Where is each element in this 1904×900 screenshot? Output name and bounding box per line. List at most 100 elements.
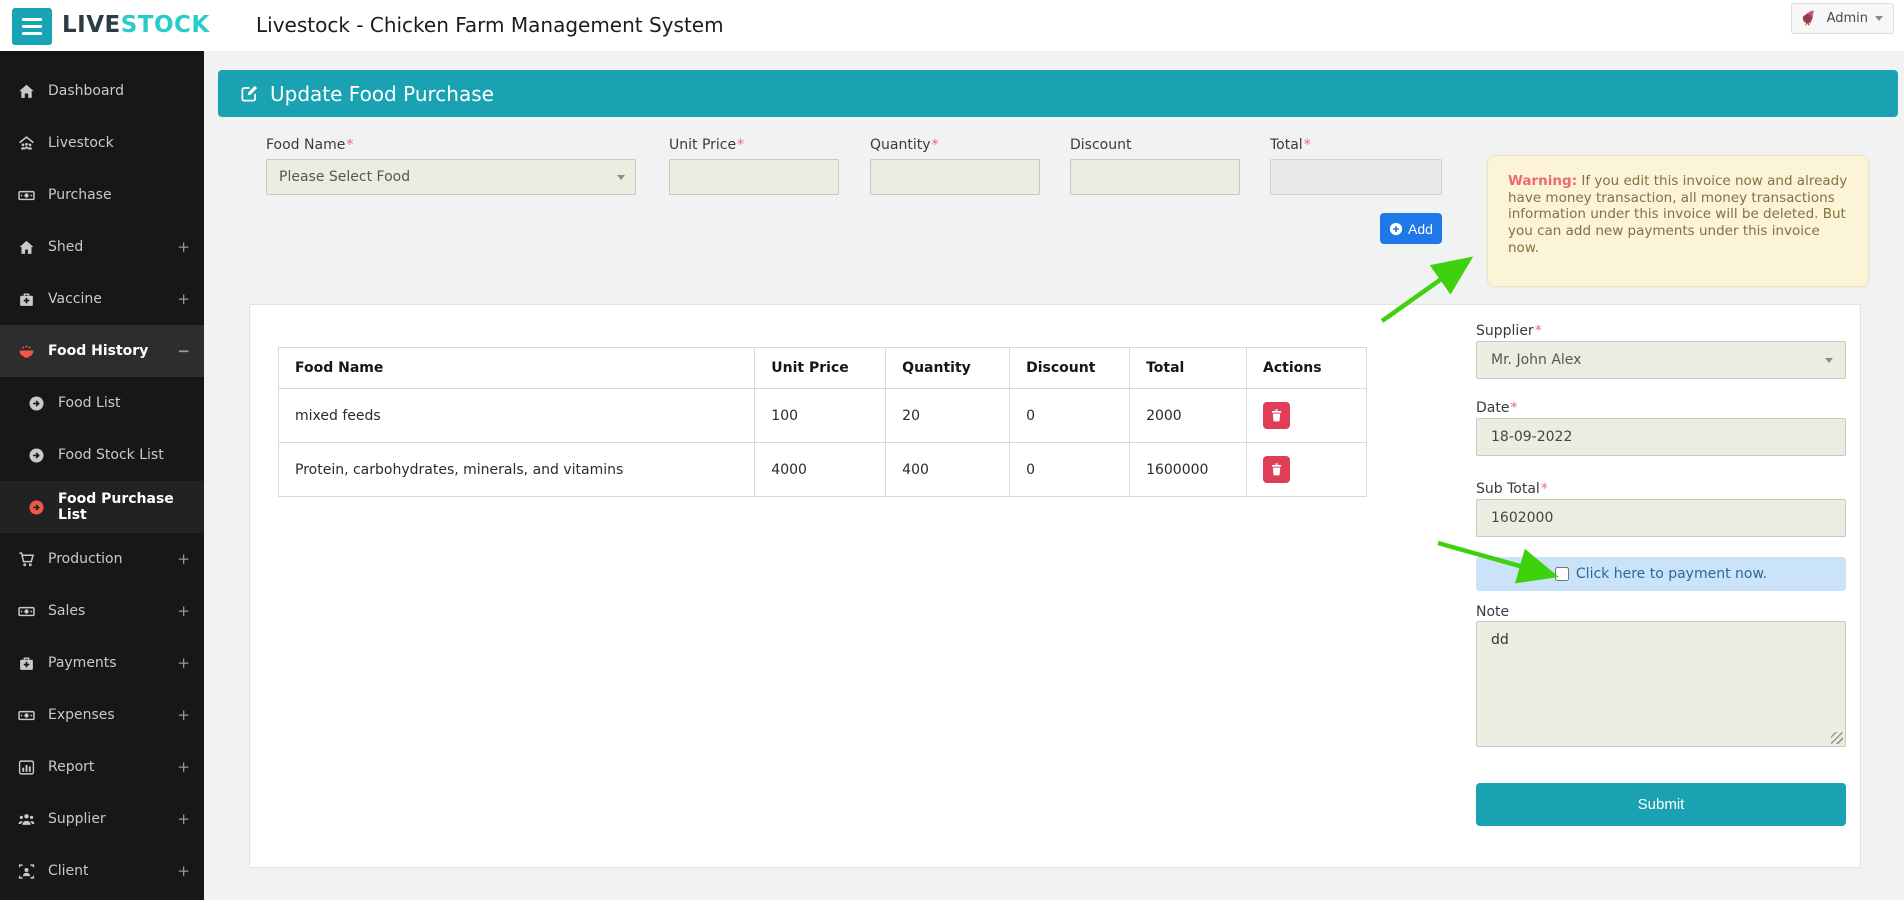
- client-icon: [18, 863, 35, 880]
- banknote-icon: [18, 603, 35, 620]
- expand-plus-icon[interactable]: +: [177, 654, 190, 672]
- supplier-select[interactable]: Mr. John Alex: [1476, 341, 1846, 379]
- sidebar-item-payments[interactable]: Payments +: [0, 637, 204, 689]
- sidebar-item-food-list[interactable]: Food List: [0, 377, 204, 429]
- submit-button[interactable]: Submit: [1476, 783, 1846, 826]
- sidebar-item-vaccine[interactable]: Vaccine +: [0, 273, 204, 325]
- required-asterisk: *: [346, 137, 353, 153]
- table-row: mixed feeds 100 20 0 2000: [279, 389, 1367, 443]
- sidebar-nav: Dashboard Livestock Purchase Shed + Vacc…: [0, 51, 204, 900]
- warning-alert: Warning: If you edit this invoice now an…: [1487, 155, 1869, 287]
- medkit-icon: [18, 291, 35, 308]
- sidebar-item-client[interactable]: Client +: [0, 845, 204, 897]
- sidebar-item-label: Food Stock List: [58, 447, 164, 463]
- livestock-icon: [18, 135, 35, 152]
- required-asterisk: *: [737, 137, 744, 153]
- unit-price-label: Unit Price*: [669, 137, 744, 155]
- total-input[interactable]: [1270, 159, 1442, 195]
- sidebar-item-production[interactable]: Production +: [0, 533, 204, 585]
- sidebar-item-label: Purchase: [48, 187, 112, 203]
- purchase-items-table: Food Name Unit Price Quantity Discount T…: [278, 347, 1367, 497]
- expand-plus-icon[interactable]: +: [177, 550, 190, 568]
- medkit-icon: [18, 655, 35, 672]
- sidebar-item-expenses[interactable]: Expenses +: [0, 689, 204, 741]
- discount-label: Discount: [1070, 137, 1131, 155]
- col-header-food-name: Food Name: [279, 348, 755, 389]
- add-button[interactable]: Add: [1380, 213, 1442, 244]
- delete-row-button[interactable]: [1263, 402, 1290, 429]
- date-label: Date*: [1476, 400, 1517, 416]
- sidebar-item-report[interactable]: Report +: [0, 741, 204, 793]
- arrow-circle-icon: [28, 395, 45, 412]
- sidebar-item-food-history[interactable]: Food History −: [0, 325, 204, 377]
- bar-chart-icon: [18, 759, 35, 776]
- sidebar-item-sales[interactable]: Sales +: [0, 585, 204, 637]
- cell-quantity: 20: [886, 389, 1010, 443]
- chevron-down-icon: [1825, 358, 1833, 363]
- purchase-panel: Food Name Unit Price Quantity Discount T…: [249, 304, 1861, 868]
- logo-text-stock: STOCK: [121, 12, 210, 38]
- hamburger-menu-button[interactable]: [12, 8, 52, 45]
- table-header-row: Food Name Unit Price Quantity Discount T…: [279, 348, 1367, 389]
- sidebar-item-supplier[interactable]: Supplier +: [0, 793, 204, 845]
- required-asterisk: *: [1304, 137, 1311, 153]
- app-title: Livestock - Chicken Farm Management Syst…: [256, 0, 724, 51]
- shed-icon: [18, 239, 35, 256]
- expand-plus-icon[interactable]: +: [177, 602, 190, 620]
- expand-plus-icon[interactable]: +: [177, 758, 190, 776]
- cell-discount: 0: [1010, 389, 1130, 443]
- expand-plus-icon[interactable]: +: [177, 238, 190, 256]
- expand-plus-icon[interactable]: +: [177, 290, 190, 308]
- arrow-circle-icon: [28, 499, 45, 516]
- food-name-selected-value: Please Select Food: [279, 169, 410, 185]
- sidebar-item-label: Dashboard: [48, 83, 124, 99]
- col-header-actions: Actions: [1247, 348, 1367, 389]
- sidebar-item-label: Food History: [48, 343, 148, 359]
- sidebar-item-shed[interactable]: Shed +: [0, 221, 204, 273]
- rooster-icon: [1800, 9, 1820, 29]
- sidebar-item-food-stock-list[interactable]: Food Stock List: [0, 429, 204, 481]
- required-asterisk: *: [1510, 400, 1517, 416]
- payment-now-checkbox[interactable]: [1555, 567, 1569, 581]
- sidebar-item-label: Sales: [48, 603, 85, 619]
- discount-input[interactable]: [1070, 159, 1240, 195]
- collapse-minus-icon[interactable]: −: [177, 342, 190, 360]
- admin-label: Admin: [1827, 11, 1868, 26]
- home-icon: [18, 83, 35, 100]
- col-header-quantity: Quantity: [886, 348, 1010, 389]
- sidebar-item-label: Food Purchase List: [58, 491, 186, 523]
- payment-now-row[interactable]: Click here to payment now.: [1476, 557, 1846, 591]
- expand-plus-icon[interactable]: +: [177, 810, 190, 828]
- quantity-input[interactable]: [870, 159, 1040, 195]
- required-asterisk: *: [1541, 481, 1548, 497]
- sidebar-item-label: Shed: [48, 239, 83, 255]
- brand-logo[interactable]: LIVESTOCK: [62, 0, 210, 51]
- cell-unit-price: 4000: [755, 443, 886, 497]
- expand-plus-icon[interactable]: +: [177, 706, 190, 724]
- col-header-total: Total: [1130, 348, 1247, 389]
- date-input[interactable]: 18-09-2022: [1476, 418, 1846, 456]
- total-label: Total*: [1270, 137, 1311, 155]
- food-name-select[interactable]: Please Select Food: [266, 159, 636, 195]
- delete-row-button[interactable]: [1263, 456, 1290, 483]
- cell-total: 1600000: [1130, 443, 1247, 497]
- expand-plus-icon[interactable]: +: [177, 862, 190, 880]
- unit-price-input[interactable]: [669, 159, 839, 195]
- sidebar-item-dashboard[interactable]: Dashboard: [0, 65, 204, 117]
- sidebar-item-food-purchase-list[interactable]: Food Purchase List: [0, 481, 204, 533]
- subtotal-input[interactable]: 1602000: [1476, 499, 1846, 537]
- admin-menu-button[interactable]: Admin: [1791, 3, 1894, 34]
- sidebar-item-purchase[interactable]: Purchase: [0, 169, 204, 221]
- edit-icon: [240, 84, 259, 103]
- sidebar-item-label: Payments: [48, 655, 117, 671]
- trash-icon: [1269, 408, 1284, 423]
- cell-food-name: Protein, carbohydrates, minerals, and vi…: [279, 443, 755, 497]
- sidebar-item-label: Production: [48, 551, 122, 567]
- page-title-bar: Update Food Purchase: [218, 70, 1898, 117]
- sidebar-item-livestock[interactable]: Livestock: [0, 117, 204, 169]
- cell-discount: 0: [1010, 443, 1130, 497]
- note-label: Note: [1476, 604, 1509, 620]
- col-header-unit-price: Unit Price: [755, 348, 886, 389]
- sidebar-item-label: Report: [48, 759, 94, 775]
- note-textarea[interactable]: dd: [1476, 621, 1846, 747]
